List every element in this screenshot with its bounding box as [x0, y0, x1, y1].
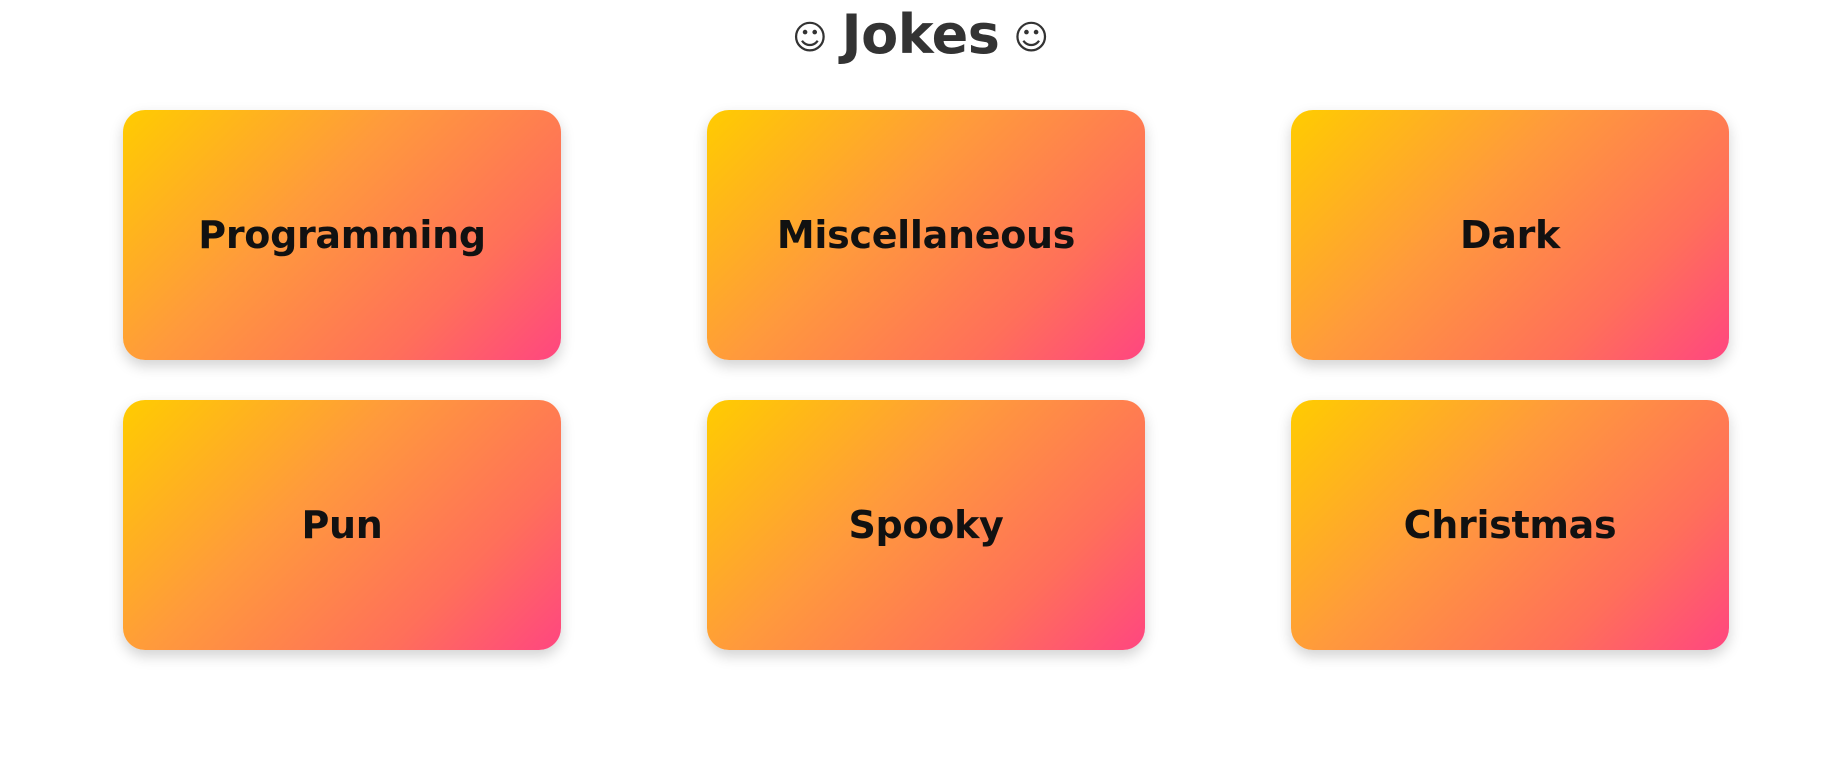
category-card-miscellaneous[interactable]: Miscellaneous	[707, 110, 1145, 360]
category-label: Pun	[301, 503, 383, 547]
category-label: Programming	[198, 213, 486, 257]
category-label: Miscellaneous	[776, 213, 1076, 257]
smiley-icon: ☺	[792, 18, 828, 58]
category-label: Dark	[1460, 213, 1560, 257]
smiley-icon: ☺	[1013, 18, 1049, 58]
category-card-spooky[interactable]: Spooky	[707, 400, 1145, 650]
category-card-dark[interactable]: Dark	[1291, 110, 1729, 360]
category-card-programming[interactable]: Programming	[123, 110, 561, 360]
category-card-christmas[interactable]: Christmas	[1291, 400, 1729, 650]
category-label: Christmas	[1403, 503, 1617, 547]
page-title: Jokes	[841, 3, 1000, 66]
page-header: ☺ Jokes ☺	[0, 0, 1841, 70]
category-card-pun[interactable]: Pun	[123, 400, 561, 650]
category-label: Spooky	[848, 503, 1004, 547]
